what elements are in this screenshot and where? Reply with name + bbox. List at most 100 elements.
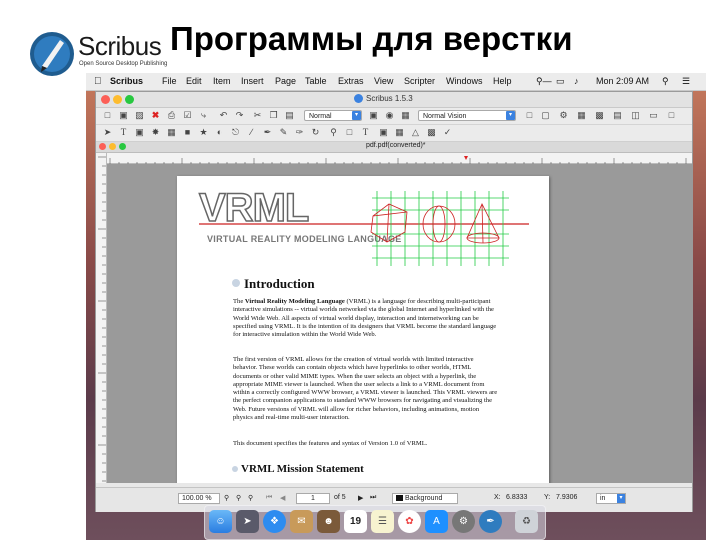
baseline-icon[interactable]: ▤ (612, 110, 623, 121)
export-pdf-icon[interactable]: ⤷ (198, 110, 209, 121)
volume-icon[interactable]: ♪ (574, 76, 579, 86)
table-icon[interactable]: ▦ (166, 127, 177, 138)
paste-icon[interactable]: ▤ (284, 110, 295, 121)
zoom-tool-icon[interactable]: ⚲ (328, 127, 339, 138)
unit-select[interactable]: in ▾ (596, 493, 626, 504)
search-icon[interactable]: ⚲ (662, 76, 669, 87)
app-store-icon[interactable]: A (425, 510, 448, 533)
polygon-icon[interactable]: ★ (198, 127, 209, 138)
view-mode-select[interactable]: Normal Vision ▾ (418, 110, 516, 121)
prev-page-icon[interactable]: ◀ (280, 494, 285, 502)
launchpad-icon[interactable]: ➤ (236, 510, 259, 533)
rotate-tool-icon[interactable]: ↻ (310, 127, 321, 138)
style-select[interactable]: Normal ▾ (304, 110, 362, 121)
list-menu-icon[interactable]: ☰ (682, 76, 690, 87)
text-frame-icon[interactable]: T (118, 127, 129, 138)
close-window-button[interactable] (101, 95, 110, 104)
print-icon[interactable]: ⎙ (166, 110, 177, 121)
vertical-ruler[interactable] (96, 153, 107, 483)
window-titlebar[interactable]: Scribus 1.5.3 (96, 92, 692, 108)
document-page[interactable]: VRML VIRTUAL REALITY MODELING LANGUAGE I… (177, 176, 549, 483)
close-document-icon[interactable]: ✖ (150, 110, 161, 121)
guides-icon[interactable]: ▩ (594, 110, 605, 121)
menu-page[interactable]: Page (275, 76, 296, 86)
system-preferences-icon[interactable]: ⚙ (452, 510, 475, 533)
select-tool-icon[interactable]: ➤ (102, 127, 113, 138)
zoom-out-icon[interactable]: ⚲ (224, 494, 229, 502)
save-icon[interactable]: ▨ (134, 110, 145, 121)
shape-icon[interactable]: ■ (182, 127, 193, 138)
document-canvas[interactable]: VRML VIRTUAL REALITY MODELING LANGUAGE I… (107, 164, 692, 483)
new-document-icon[interactable]: □ (102, 110, 113, 121)
zoom-in-icon[interactable]: ⚲ (248, 494, 253, 502)
horizontal-ruler[interactable] (106, 153, 692, 166)
copy-icon[interactable]: ❐ (268, 110, 279, 121)
mail-icon[interactable]: ✉ (290, 510, 313, 533)
menu-clock[interactable]: Mon 2:09 AM (596, 76, 649, 86)
menu-scripter[interactable]: Scripter (404, 76, 435, 86)
edit-text-icon[interactable]: T (360, 127, 371, 138)
toggle-frames-icon[interactable]: □ (524, 110, 535, 121)
edit-contents-icon[interactable]: □ (344, 127, 355, 138)
freehand-tool-icon[interactable]: ✎ (278, 127, 289, 138)
menu-help[interactable]: Help (493, 76, 512, 86)
menu-edit[interactable]: Edit (186, 76, 202, 86)
last-page-icon[interactable]: ⏭ (370, 494, 376, 502)
menu-app-scribus[interactable]: Scribus (110, 76, 143, 86)
control-chars-icon[interactable]: □ (666, 110, 677, 121)
calligraphic-tool-icon[interactable]: ✑ (294, 127, 305, 138)
trash-icon[interactable]: ♻ (515, 510, 538, 533)
document-tab[interactable]: pdf.pdf(converted)* (96, 142, 692, 153)
display-icon[interactable]: ▭ (556, 76, 565, 87)
first-page-icon[interactable]: ⏮ (266, 494, 272, 502)
menu-extras[interactable]: Extras (338, 76, 364, 86)
contacts-icon[interactable]: ☻ (317, 510, 340, 533)
preview-mode-icon[interactable]: ▣ (368, 110, 379, 121)
render-frame-icon[interactable]: ✸ (150, 127, 161, 138)
menu-table[interactable]: Table (305, 76, 327, 86)
zoom-window-button[interactable] (125, 95, 134, 104)
image-frame-icon[interactable]: ▣ (134, 127, 145, 138)
links-icon[interactable]: ▭ (648, 110, 659, 121)
menu-item[interactable]: Item (213, 76, 231, 86)
notes-icon[interactable]: ☰ (371, 510, 394, 533)
scribus-dock-icon[interactable]: ✒ (479, 510, 502, 533)
arc-icon[interactable]: ◐ (214, 127, 225, 138)
preflight-icon[interactable]: ☑ (182, 110, 193, 121)
key-icon[interactable]: ⚲— (536, 76, 552, 87)
photos-icon[interactable]: ✿ (398, 510, 421, 533)
columns-icon[interactable]: ◫ (630, 110, 641, 121)
redo-icon[interactable]: ↷ (234, 110, 245, 121)
measurements-icon[interactable]: △ (410, 127, 421, 138)
open-icon[interactable]: ▣ (118, 110, 129, 121)
spiral-icon[interactable]: ⎋ (230, 127, 241, 138)
eye-icon[interactable]: ◉ (384, 110, 395, 121)
zoom-reset-icon[interactable]: ⚲ (236, 494, 241, 502)
link-frames-icon[interactable]: ▣ (378, 127, 389, 138)
eyedropper-icon[interactable]: ✓ (442, 127, 453, 138)
menu-insert[interactable]: Insert (241, 76, 264, 86)
next-page-icon[interactable]: ▶ (358, 494, 363, 502)
unlink-frames-icon[interactable]: ▦ (394, 127, 405, 138)
calendar-icon[interactable]: 19 (344, 510, 367, 533)
zoom-document-button[interactable] (119, 143, 126, 150)
page-preview-icon[interactable]: ▦ (400, 110, 411, 121)
apple-menu-icon[interactable]:  (94, 76, 102, 87)
close-document-tab-button[interactable] (99, 143, 106, 150)
page-number-field[interactable]: 1 (296, 493, 330, 504)
menu-file[interactable]: File (162, 76, 177, 86)
undo-icon[interactable]: ↶ (218, 110, 229, 121)
layer-select[interactable]: Background (392, 493, 458, 504)
menu-view[interactable]: View (374, 76, 393, 86)
zoom-field[interactable]: 100.00 % (178, 493, 220, 504)
bezier-tool-icon[interactable]: ✒ (262, 127, 273, 138)
copy-properties-icon[interactable]: ▩ (426, 127, 437, 138)
finder-icon[interactable]: ☺ (209, 510, 232, 533)
minimize-window-button[interactable] (113, 95, 122, 104)
safari-icon[interactable]: ❖ (263, 510, 286, 533)
toggle-margins-icon[interactable]: ▢ (540, 110, 551, 121)
minimize-document-button[interactable] (109, 143, 116, 150)
menu-windows[interactable]: Windows (446, 76, 483, 86)
cut-icon[interactable]: ✂ (252, 110, 263, 121)
settings-icon[interactable]: ⚙ (558, 110, 569, 121)
